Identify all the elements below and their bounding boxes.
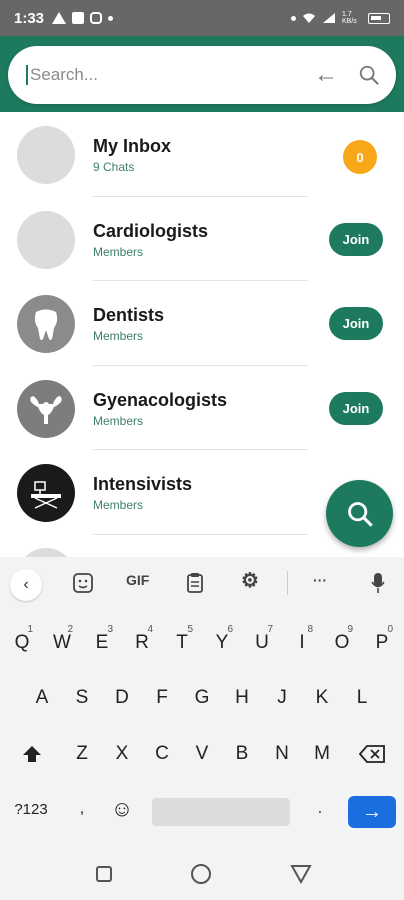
symbols-key[interactable]: ?123	[8, 786, 54, 832]
image-icon	[72, 12, 85, 24]
avatar	[17, 210, 75, 269]
data-speed: 1.7 KB/s	[342, 11, 357, 25]
home-icon[interactable]	[191, 864, 211, 884]
list-item-subtitle: Members	[93, 329, 144, 343]
uterus-icon	[17, 379, 75, 438]
list-item-subtitle: Members	[93, 413, 144, 428]
key-o[interactable]: O9	[325, 620, 359, 666]
shift-key-icon[interactable]	[15, 731, 49, 777]
search-icon[interactable]	[358, 64, 380, 86]
wifi-icon	[303, 13, 315, 23]
chevron-left-icon[interactable]: ‹	[10, 569, 42, 601]
more-button[interactable]: ···	[313, 572, 327, 588]
signal-icon	[323, 13, 335, 23]
list-item-title: Intensivists	[93, 474, 193, 494]
clipboard-icon[interactable]	[186, 572, 204, 594]
key-x[interactable]: X	[105, 731, 139, 777]
battery-icon	[368, 12, 390, 24]
key-period[interactable]: .	[303, 786, 337, 832]
settings-gear-icon[interactable]: ⚙	[241, 568, 259, 593]
list-item-subtitle: Members	[93, 498, 144, 512]
search-fab-button[interactable]	[326, 480, 393, 547]
emoji-icon[interactable]: ☺	[105, 786, 139, 832]
join-button[interactable]: Join	[329, 391, 383, 425]
list-item-my-inbox[interactable]: My Inbox 9 Chats 0	[0, 112, 404, 197]
dot-icon	[108, 15, 114, 21]
key-d[interactable]: D	[105, 675, 139, 721]
list-item-title: Dentists	[93, 305, 165, 325]
list-item-cardiologists[interactable]: Cardiologists Members Join	[0, 197, 404, 281]
warning-icon	[52, 12, 67, 24]
avatar	[17, 126, 75, 184]
key-c[interactable]: C	[145, 731, 179, 777]
key-s[interactable]: S	[65, 675, 99, 721]
key-r[interactable]: R4	[125, 620, 159, 666]
app-header: ←	[0, 36, 404, 112]
key-a[interactable]: A	[25, 675, 59, 721]
key-u[interactable]: U7	[245, 620, 279, 666]
instagram-icon	[90, 12, 103, 24]
status-bar: 1:33 1.7 KB/s	[0, 0, 404, 36]
status-time: 1:33	[14, 9, 45, 27]
search-input[interactable]	[26, 65, 294, 85]
list-item-subtitle: Members	[93, 244, 144, 259]
key-t[interactable]: T5	[165, 620, 199, 666]
divider	[93, 533, 308, 535]
key-f[interactable]: F	[145, 675, 179, 721]
key-w[interactable]: W2	[45, 620, 79, 666]
key-v[interactable]: V	[185, 731, 219, 777]
group-list: My Inbox 9 Chats 0 Cardiologists Members…	[0, 112, 404, 535]
join-button[interactable]: Join	[329, 307, 383, 340]
join-button[interactable]: Join	[329, 222, 383, 256]
list-item-dentists[interactable]: Dentists Members Join	[0, 281, 404, 366]
back-triangle-icon[interactable]	[290, 864, 312, 884]
tooth-icon	[17, 295, 75, 353]
sticker-icon[interactable]	[72, 572, 94, 594]
key-z[interactable]: Z	[65, 731, 99, 777]
space-bar[interactable]	[152, 798, 290, 826]
divider	[287, 571, 288, 595]
key-l[interactable]: L	[345, 675, 379, 721]
backspace-key-icon[interactable]	[355, 731, 389, 777]
unread-badge: 0	[343, 140, 377, 174]
key-n[interactable]: N	[265, 731, 299, 777]
key-y[interactable]: Y6	[205, 620, 239, 666]
icu-bed-icon	[17, 464, 75, 522]
system-nav-bar	[0, 842, 404, 900]
key-b[interactable]: B	[225, 731, 259, 777]
key-i[interactable]: I8	[285, 620, 319, 666]
key-k[interactable]: K	[305, 675, 339, 721]
dot-icon	[291, 15, 296, 21]
key-h[interactable]: H	[225, 675, 259, 721]
microphone-icon[interactable]	[371, 572, 385, 594]
list-item-title: Cardiologists	[93, 220, 209, 241]
back-arrow-icon[interactable]: ←	[314, 61, 338, 89]
key-comma[interactable]: ,	[65, 786, 99, 832]
search-icon	[347, 501, 373, 527]
key-q[interactable]: Q1	[5, 620, 39, 666]
gif-button[interactable]: GIF	[126, 572, 149, 588]
key-j[interactable]: J	[265, 675, 299, 721]
keyboard-toolbar: ‹ GIF ⚙ ···	[0, 557, 404, 610]
key-e[interactable]: E3	[85, 620, 119, 666]
key-m[interactable]: M	[305, 731, 339, 777]
list-item-subtitle: 9 Chats	[93, 160, 135, 174]
recents-icon[interactable]	[96, 866, 112, 882]
list-item-gyenacologists[interactable]: Gyenacologists Members Join	[0, 366, 404, 450]
enter-arrow-icon[interactable]: →	[348, 796, 396, 828]
key-p[interactable]: P0	[365, 620, 399, 666]
search-bar: ←	[8, 46, 396, 104]
key-g[interactable]: G	[185, 675, 219, 721]
list-item-title: Gyenacologists	[93, 389, 228, 410]
list-item-title: My Inbox	[93, 136, 172, 156]
